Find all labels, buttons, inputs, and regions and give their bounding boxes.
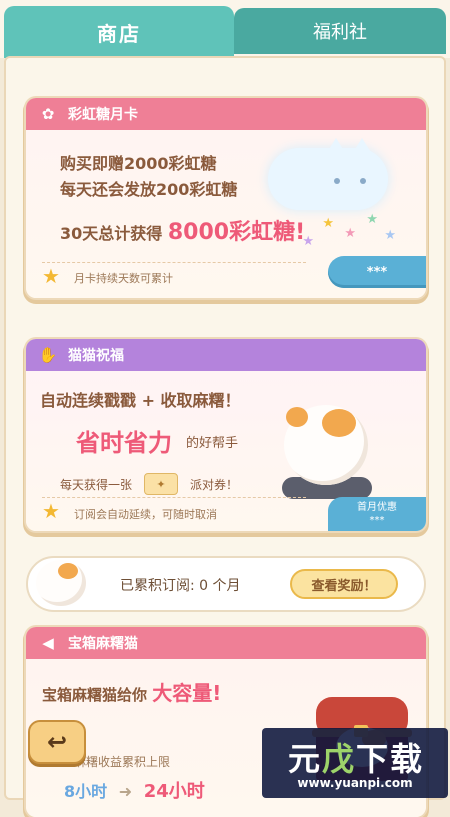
watermark-logo-b: 戊 [321, 740, 356, 778]
monthly-line-1: 购买即赠2000彩虹糖 [60, 154, 217, 173]
monthly-note: 月卡持续天数可累计 [74, 272, 173, 285]
divider [42, 262, 306, 263]
duration-from: 8小时 [64, 782, 108, 801]
star-gem-icon: ★ [366, 212, 378, 227]
star-icon: ★ [42, 264, 60, 288]
blessing-line-3-prefix: 每天获得一张 [60, 477, 133, 492]
cat-avatar [36, 560, 86, 606]
treasure-cat-title: 宝箱麻糬猫 [68, 636, 138, 652]
watermark-url: www.yuanpi.com [297, 776, 413, 790]
flower-icon: ✿ [41, 105, 55, 123]
blessing-note: 订阅会自动延续，可随时取消 [74, 508, 217, 521]
cat-blessing-card: ✋ 猫猫祝福 自动连续戳戳 + 收取麻糬！ 省时省力 的好帮手 每天获得一张 ✦… [26, 339, 426, 531]
first-month-price: *** [369, 515, 385, 526]
monthly-card-title: 彩虹糖月卡 [68, 107, 138, 123]
star-gem-icon: ★ [322, 216, 334, 231]
watermark-logo: 元戊下载 [266, 734, 446, 780]
treasure-line-1: 宝箱麻糬猫给你 大容量! [42, 677, 221, 706]
treasure-line-2: 麻糬收益累积上限 [74, 755, 171, 769]
blessing-line-3-suffix: 派对券！ [190, 477, 239, 492]
back-button[interactable]: ↩ [28, 720, 86, 764]
blessing-line-2-suffix: 的好帮手 [186, 436, 239, 451]
watermark: 元戊下载 www.yuanpi.com [262, 728, 448, 798]
cat-illustration [284, 405, 368, 485]
monthly-card: ✿ 彩虹糖月卡 ★ ★ ★ ★ ★ 购买即赠2000彩虹糖 每天还会发放200彩… [26, 98, 426, 298]
divider [42, 497, 306, 498]
paw-icon: ✋ [38, 346, 58, 364]
tab-welfare[interactable]: 福利社 [234, 8, 446, 54]
monthly-line-3-highlight: 8000彩虹糖! [167, 220, 306, 245]
treasure-duration: 8小时 ➜ 24小时 [64, 777, 205, 803]
watermark-logo-c: 下载 [356, 740, 425, 778]
monthly-line-2: 每天还会发放200彩虹糖 [60, 180, 238, 199]
arrow-right-icon: ➜ [118, 782, 133, 801]
cat-blessing-title: 猫猫祝福 [68, 348, 124, 364]
star-icon: ★ [42, 499, 60, 523]
watermark-logo-a: 元 [287, 740, 322, 778]
monthly-buy-button[interactable]: *** [328, 256, 426, 288]
subscription-row: 已累积订阅: 0 个月 查看奖励！ [26, 556, 426, 612]
fish-icon: ◀ [42, 634, 54, 652]
star-gem-icon: ★ [384, 228, 396, 243]
blessing-highlight: 省时省力 [76, 429, 172, 457]
blessing-line-1: 自动连续戳戳 + 收取麻糬！ [40, 391, 241, 410]
back-arrow-icon: ↩ [46, 728, 68, 756]
treasure-cat-header: ◀ 宝箱麻糬猫 [26, 627, 426, 659]
treasure-line-1-prefix: 宝箱麻糬猫给你 [42, 686, 148, 704]
first-month-label: 首月优惠 [357, 502, 397, 513]
subscription-count: 已累积订阅: 0 个月 [120, 578, 241, 594]
cloud-cat-illustration [268, 138, 388, 210]
star-gem-icon: ★ [344, 226, 356, 241]
cat-blessing-header: ✋ 猫猫祝福 [26, 339, 426, 371]
monthly-line-3-prefix: 30天总计获得 [60, 224, 163, 243]
monthly-card-header: ✿ 彩虹糖月卡 [26, 98, 426, 130]
party-ticket-icon: ✦ [144, 473, 179, 495]
duration-to: 24小时 [143, 781, 205, 802]
tab-shop[interactable]: 商店 [4, 6, 234, 58]
view-rewards-button[interactable]: 查看奖励！ [290, 569, 398, 599]
treasure-line-1-highlight: 大容量! [152, 681, 222, 705]
tab-bar: 商店 福利社 [0, 0, 450, 58]
monthly-line-3: 30天总计获得 8000彩虹糖! [60, 214, 305, 246]
blessing-line-3: 每天获得一张 ✦ 派对券！ [60, 473, 238, 495]
first-month-offer-button[interactable]: 首月优惠 *** [328, 497, 426, 531]
